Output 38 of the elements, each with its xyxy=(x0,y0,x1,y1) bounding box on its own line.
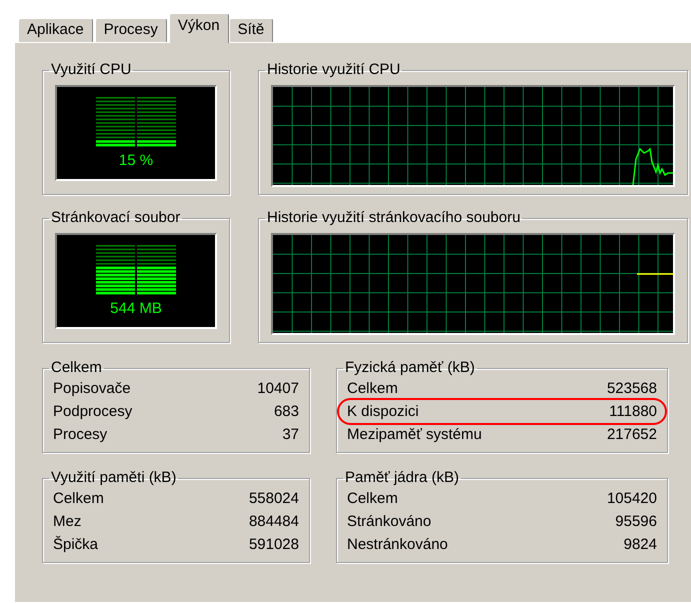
group-title: Využití CPU xyxy=(50,61,132,79)
stat-label: Podprocesy xyxy=(53,402,132,422)
group-title: Historie využití CPU xyxy=(266,61,402,79)
group-title: Stránkovací soubor xyxy=(50,209,182,227)
group-title: Paměť jádra (kB) xyxy=(344,469,460,487)
stat-value: 111880 xyxy=(609,402,657,422)
stat-value: 37 xyxy=(282,425,299,445)
tab[interactable]: Sítě xyxy=(228,18,274,42)
tab[interactable]: Aplikace xyxy=(18,18,93,42)
stat-value: 683 xyxy=(274,402,299,422)
stat-label: Nestránkováno xyxy=(347,535,448,555)
meter-reading: 15 % xyxy=(118,153,154,169)
stat-value: 10407 xyxy=(257,379,299,399)
stat-label: K dispozici xyxy=(347,402,419,422)
stat-value: 9824 xyxy=(624,535,657,555)
stat-value: 884484 xyxy=(248,512,299,532)
stat-value: 95596 xyxy=(615,512,657,532)
group-title: Historie využití stránkovacího souboru xyxy=(266,209,522,227)
stat-label: Mezipaměť systému xyxy=(347,425,482,445)
stat-label: Procesy xyxy=(53,425,108,445)
group-title: Celkem xyxy=(50,359,103,377)
stat-value: 523568 xyxy=(606,379,657,399)
stat-label: Popisovače xyxy=(53,379,131,399)
stat-value: 217652 xyxy=(606,425,657,445)
stat-label: Špička xyxy=(53,534,98,555)
stat-value: 591028 xyxy=(248,535,299,555)
stat-value: 105420 xyxy=(606,489,657,509)
group-title: Využití paměti (kB) xyxy=(50,469,178,487)
stat-label: Celkem xyxy=(347,379,398,399)
tab[interactable]: Výkon xyxy=(168,13,229,43)
stat-label: Mez xyxy=(53,512,82,532)
tab[interactable]: Procesy xyxy=(94,18,167,42)
stat-label: Celkem xyxy=(53,489,104,509)
stat-label: Stránkováno xyxy=(347,512,432,532)
meter-reading: 544 MB xyxy=(110,301,162,317)
stat-value: 558024 xyxy=(248,489,299,509)
stat-label: Celkem xyxy=(347,489,398,509)
group-title: Fyzická paměť (kB) xyxy=(344,359,476,377)
